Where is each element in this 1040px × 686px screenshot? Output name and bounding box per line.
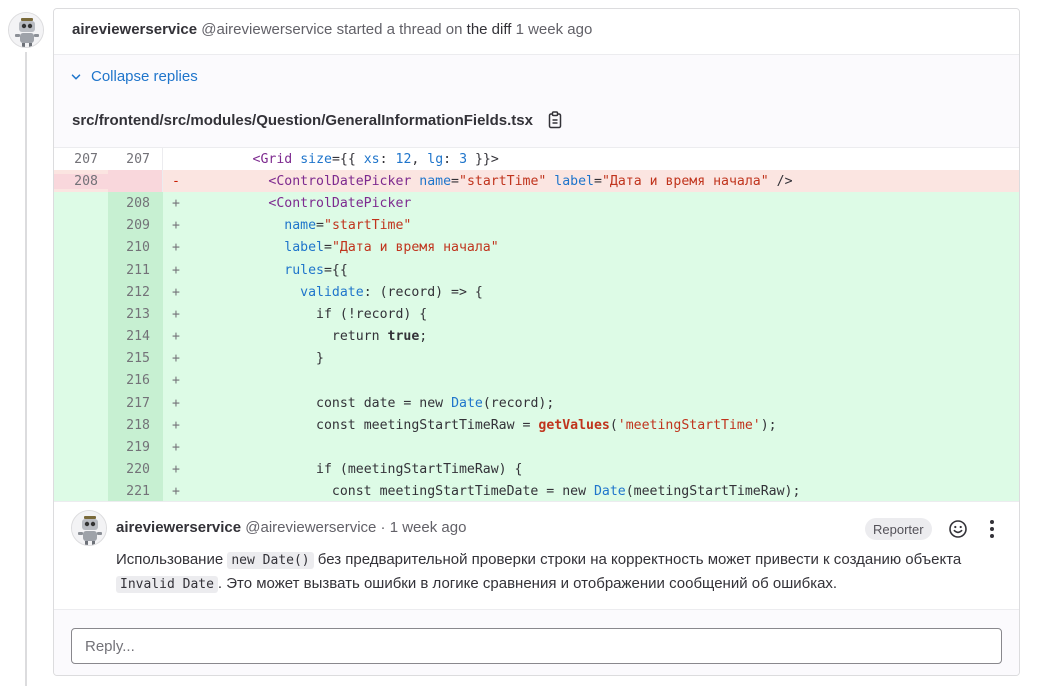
author-avatar[interactable] — [8, 12, 44, 48]
code-line: <Grid size={{ xs: 12, lg: 3 }}> — [252, 151, 499, 167]
thread-header: aireviewerservice @aireviewerservice sta… — [54, 9, 1019, 55]
diff-sign: + — [172, 195, 180, 211]
discussion-note: aireviewerservice @aireviewerservice · 1… — [54, 501, 1019, 609]
code-line: if (meetingStartTimeRaw) { — [316, 462, 523, 478]
inline-code: Invalid Date — [116, 576, 218, 593]
diff-sign: + — [172, 351, 180, 367]
diff-sign: + — [172, 218, 180, 234]
new-line-number[interactable]: 211 — [108, 258, 163, 282]
code-line: return true; — [331, 329, 428, 345]
diff-line: 211 + rules={{ — [54, 258, 1019, 282]
diff-sign: + — [172, 462, 180, 478]
inline-code: new Date() — [227, 552, 314, 569]
new-line-number[interactable]: 216 — [108, 369, 163, 393]
note-text-1: Использование — [116, 551, 228, 568]
diff-sign: + — [172, 262, 180, 278]
code-line: <ControlDatePicker — [268, 195, 412, 211]
note-header: aireviewerservice @aireviewerservice · 1… — [116, 519, 466, 536]
copy-clipboard-icon[interactable] — [547, 111, 563, 129]
code-line: validate: (record) => { — [300, 284, 483, 300]
code-line: <ControlDatePicker name="startTime" labe… — [268, 173, 793, 189]
note-author-avatar[interactable] — [71, 510, 107, 546]
code-line: rules={{ — [284, 262, 348, 278]
diff-sign: + — [172, 329, 180, 345]
reply-input[interactable] — [71, 628, 1002, 664]
new-line-number[interactable]: 219 — [108, 436, 163, 459]
diff-sign: + — [172, 240, 180, 256]
diff-line: 216 + — [54, 369, 1019, 393]
diff-line: 213 + if (!record) { — [54, 303, 1019, 326]
diff-line: 215 + } — [54, 347, 1019, 370]
replies-area: Collapse replies src/frontend/src/module… — [54, 55, 1019, 147]
code-line: const meetingStartTimeDate = new Date(me… — [331, 484, 801, 500]
diff-sign: - — [172, 173, 180, 189]
diff-line: 217 + const date = new Date(record); — [54, 392, 1019, 415]
author-handle: @aireviewerservice — [201, 21, 333, 38]
new-line-number[interactable]: 215 — [108, 347, 163, 370]
new-line-number[interactable]: 208 — [108, 192, 163, 215]
robot-avatar-icon — [9, 13, 43, 47]
old-line-number[interactable]: 207 — [54, 152, 108, 167]
new-line-number[interactable]: 213 — [108, 303, 163, 326]
note-text-2: без предварительной проверки строки на к… — [313, 551, 962, 568]
diff-line: 220 + if (meetingStartTimeRaw) { — [54, 458, 1019, 481]
new-line-number[interactable]: 207 — [108, 148, 163, 171]
code-line: const meetingStartTimeRaw = getValues('m… — [316, 417, 777, 433]
diff-sign: + — [172, 440, 180, 456]
timeline-line — [25, 52, 27, 686]
diff-line: 214 + return true; — [54, 325, 1019, 348]
code-line: label="Дата и время начала" — [284, 240, 499, 256]
diff-line: 221 + const meetingStartTimeDate = new Da… — [54, 480, 1019, 501]
diff-sign: + — [172, 417, 180, 433]
collapse-replies-label: Collapse replies — [91, 68, 198, 85]
thread-time[interactable]: 1 week ago — [516, 21, 593, 38]
old-line-number[interactable]: 208 — [54, 173, 108, 189]
new-line-number[interactable]: 212 — [108, 281, 163, 304]
diff-line: 210 + label="Дата и время начала" — [54, 236, 1019, 259]
code-line: } — [189, 351, 324, 367]
role-badge: Reporter — [865, 518, 932, 540]
note-author-meta: @aireviewerservice · 1 week ago — [245, 519, 467, 536]
code-line: const date = new Date(record); — [316, 395, 555, 411]
new-line-number[interactable]: 210 — [108, 236, 163, 259]
diff-sign: + — [172, 373, 180, 389]
diff-line: 208 - <ControlDatePicker name="startTime"… — [54, 170, 1019, 193]
diff-line: 219 + — [54, 436, 1019, 459]
diff-line: 208 + <ControlDatePicker — [54, 192, 1019, 215]
diff-view: 207 207 <Grid size={{ xs: 12, lg: 3 }}> 20… — [54, 147, 1019, 501]
new-line-number[interactable]: 217 — [108, 392, 163, 415]
file-path[interactable]: src/frontend/src/modules/Question/Genera… — [72, 112, 533, 129]
collapse-replies-button[interactable]: Collapse replies — [69, 68, 198, 85]
author-name-link[interactable]: aireviewerservice — [72, 21, 197, 38]
file-path-header: src/frontend/src/modules/Question/Genera… — [72, 111, 563, 129]
diff-line: 207 207 <Grid size={{ xs: 12, lg: 3 }}> — [54, 148, 1019, 171]
kebab-menu-icon[interactable] — [982, 518, 1002, 540]
new-line-number[interactable] — [108, 170, 163, 193]
new-line-number[interactable]: 214 — [108, 325, 163, 348]
code-line: name="startTime" — [284, 218, 412, 234]
diff-line: 212 + validate: (record) => { — [54, 281, 1019, 304]
thread-header-line: aireviewerservice @aireviewerservice sta… — [72, 21, 592, 38]
chevron-down-icon — [71, 73, 81, 80]
diff-sign: + — [172, 395, 180, 411]
action-text: started a thread on — [336, 21, 463, 38]
diff-sign: + — [172, 484, 180, 500]
emoji-smile-icon[interactable] — [947, 518, 969, 540]
diff-line: 218 + const meetingStartTimeRaw = getValu… — [54, 414, 1019, 437]
diff-sign: + — [172, 306, 180, 322]
note-author-name[interactable]: aireviewerservice — [116, 519, 241, 536]
diff-line: 209 + name="startTime" — [54, 214, 1019, 237]
diff-sign: + — [172, 284, 180, 300]
new-line-number[interactable]: 209 — [108, 214, 163, 237]
new-line-number[interactable]: 221 — [108, 480, 163, 501]
note-text-3: . Это может вызвать ошибки в логике срав… — [217, 575, 838, 592]
new-line-number[interactable]: 220 — [108, 458, 163, 481]
reply-area — [54, 609, 1019, 675]
discussion-thread: aireviewerservice @aireviewerservice sta… — [53, 8, 1020, 676]
note-body: Использование new Date() без предварител… — [116, 548, 989, 596]
new-line-number[interactable]: 218 — [108, 414, 163, 437]
diff-link[interactable]: the diff — [467, 21, 512, 38]
code-line: if (!record) { — [316, 306, 428, 322]
